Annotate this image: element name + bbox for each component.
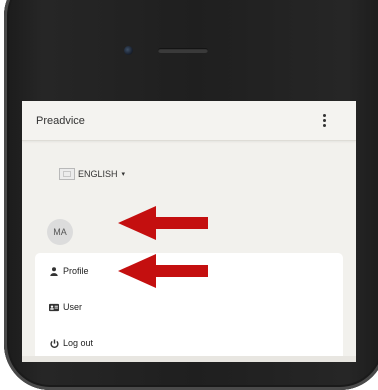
flag-icon — [59, 168, 75, 180]
annotation-arrow-avatar — [118, 206, 208, 240]
avatar[interactable]: MA — [47, 219, 73, 245]
app-header: Preadvice — [22, 101, 356, 141]
menu-item-label: User — [63, 302, 83, 312]
app-title: Preadvice — [36, 115, 85, 127]
person-icon — [49, 266, 59, 276]
language-selector[interactable]: ENGLISH ▾ — [59, 168, 125, 180]
power-icon — [49, 338, 59, 348]
menu-item-logout[interactable]: Log out — [49, 335, 93, 351]
screen-bottom-edge — [22, 356, 356, 362]
menu-item-label: Profile — [63, 266, 89, 276]
menu-item-label: Log out — [63, 338, 94, 348]
chevron-down-icon: ▾ — [121, 171, 126, 178]
more-vert-icon[interactable] — [317, 111, 331, 129]
menu-item-user[interactable]: User — [49, 299, 82, 315]
menu-item-profile[interactable]: Profile — [49, 263, 89, 279]
id-card-icon — [49, 302, 59, 312]
speaker-grille — [158, 48, 208, 53]
camera-icon — [124, 46, 133, 55]
language-label: ENGLISH — [78, 169, 118, 179]
annotation-arrow-profile — [118, 254, 208, 288]
